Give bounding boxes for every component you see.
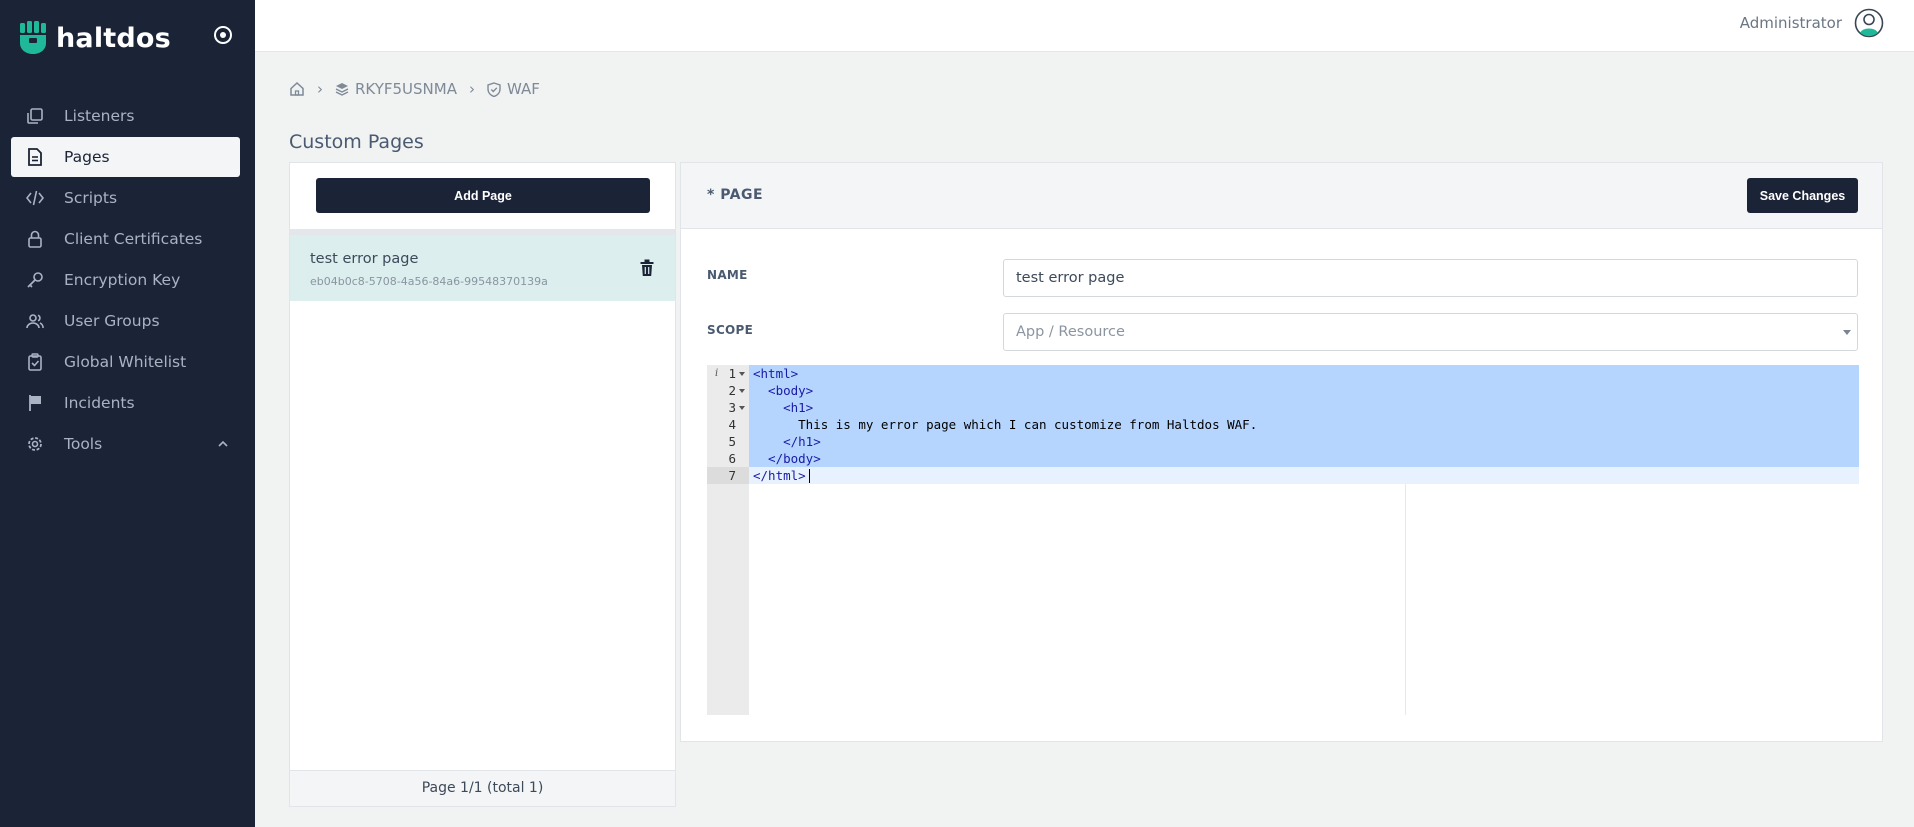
sidebar-item-label: Client Certificates (64, 230, 203, 248)
trash-icon[interactable] (639, 259, 655, 277)
panel-header: * PAGE Save Changes (681, 163, 1882, 229)
user-name: Administrator (1739, 14, 1842, 32)
sidebar-item-scripts[interactable]: Scripts (11, 178, 240, 218)
name-label: NAME (707, 268, 748, 282)
sidebar-item-label: Listeners (64, 107, 135, 125)
name-field[interactable] (1003, 259, 1858, 297)
text-cursor (809, 469, 810, 483)
sidebar-item-user-groups[interactable]: User Groups (11, 301, 240, 341)
breadcrumb-label: WAF (506, 80, 540, 98)
gear-icon (25, 434, 45, 454)
line-number: 7 (728, 468, 736, 483)
caret-down-icon (1843, 330, 1851, 335)
breadcrumb-item-host[interactable]: RKYF5USNMA (335, 80, 457, 98)
code-line: <html> (753, 366, 799, 381)
list-item-title: test error page (310, 251, 419, 267)
sidebar-item-client-certificates[interactable]: Client Certificates (11, 219, 240, 259)
sidebar-item-label: Global Whitelist (64, 353, 187, 371)
code-line: <h1> (753, 400, 814, 415)
pagination-info: Page 1/1 (total 1) (290, 770, 675, 806)
page-title: Custom Pages (289, 131, 424, 153)
sidebar-item-encryption-key[interactable]: Encryption Key (11, 260, 240, 300)
list-item-id: eb04b0c8-5708-4a56-84a6-99548370139a (310, 275, 548, 288)
brand-logo[interactable]: haltdos (18, 20, 171, 56)
user-menu[interactable]: Administrator (1740, 8, 1884, 38)
shield-check-icon (487, 81, 501, 97)
pages-list-panel: Add Page test error page eb04b0c8-5708-4… (289, 162, 676, 807)
fold-toggle-icon[interactable] (739, 365, 745, 382)
avatar-icon[interactable] (1854, 8, 1884, 38)
code-line: <body> (753, 383, 814, 398)
sidebar-item-label: Tools (64, 435, 103, 453)
sidebar-toggle-icon[interactable] (212, 24, 234, 46)
scope-label: SCOPE (707, 323, 754, 337)
key-icon (25, 270, 45, 290)
code-line: </html> (753, 468, 806, 483)
flag-icon (25, 393, 45, 413)
line-number: 6 (728, 451, 736, 466)
page-editor-panel: * PAGE Save Changes NAME SCOPE App / Res… (680, 162, 1883, 742)
add-page-button[interactable]: Add Page (316, 178, 650, 213)
list-item[interactable]: test error page eb04b0c8-5708-4a56-84a6-… (290, 235, 675, 301)
fold-toggle-icon[interactable] (739, 382, 745, 399)
sidebar-item-label: User Groups (64, 312, 160, 330)
active-line-highlight (707, 467, 1859, 484)
file-icon (25, 147, 45, 167)
breadcrumb-separator: › (317, 80, 323, 98)
sidebar-nav: Listeners Pages Scripts Client Certifica… (11, 96, 240, 465)
code-editor[interactable]: i 1 2 3 4 5 6 7 <html> <body> <h1> This … (707, 365, 1859, 715)
code-line: </h1> (753, 434, 821, 449)
breadcrumb-item-waf[interactable]: WAF (487, 80, 540, 98)
line-number: 1 (728, 366, 736, 381)
line-number: 5 (728, 434, 736, 449)
sidebar-item-tools[interactable]: Tools (11, 424, 240, 464)
code-line: This is my error page which I can custom… (753, 417, 1258, 432)
code-icon (25, 188, 45, 208)
fold-toggle-icon[interactable] (739, 399, 745, 416)
save-changes-button[interactable]: Save Changes (1747, 178, 1858, 213)
scope-placeholder: App / Resource (1016, 324, 1125, 340)
sidebar-item-label: Scripts (64, 189, 118, 207)
haltdos-logo-icon (20, 21, 46, 54)
sidebar-item-incidents[interactable]: Incidents (11, 383, 240, 423)
panel-title: * PAGE (707, 187, 764, 203)
sidebar-item-listeners[interactable]: Listeners (11, 96, 240, 136)
brand-name: haltdos (56, 22, 171, 54)
sidebar-item-label: Pages (64, 148, 110, 166)
clipboard-check-icon (25, 352, 45, 372)
breadcrumb-label: RKYF5USNMA (355, 80, 457, 98)
sidebar-item-global-whitelist[interactable]: Global Whitelist (11, 342, 240, 382)
sidebar-item-label: Incidents (64, 394, 135, 412)
sidebar-item-label: Encryption Key (64, 271, 181, 289)
breadcrumb: › RKYF5USNMA › WAF (289, 80, 540, 98)
line-number: 2 (728, 383, 736, 398)
print-margin (1405, 484, 1406, 715)
chevron-up-icon[interactable] (216, 437, 230, 451)
sidebar: haltdos Listeners Pages Scripts Client C… (0, 0, 255, 827)
home-icon[interactable] (289, 81, 305, 97)
lock-icon (25, 229, 45, 249)
breadcrumb-separator: › (468, 80, 475, 98)
code-line: </body> (753, 451, 821, 466)
line-number: 4 (728, 417, 736, 432)
scope-select[interactable]: App / Resource (1003, 313, 1858, 351)
layers-icon (335, 83, 349, 96)
copy-icon (25, 106, 45, 126)
sidebar-item-pages[interactable]: Pages (11, 137, 240, 177)
line-number: 3 (728, 400, 736, 415)
users-icon (25, 311, 45, 331)
top-bar: Administrator (255, 0, 1914, 52)
